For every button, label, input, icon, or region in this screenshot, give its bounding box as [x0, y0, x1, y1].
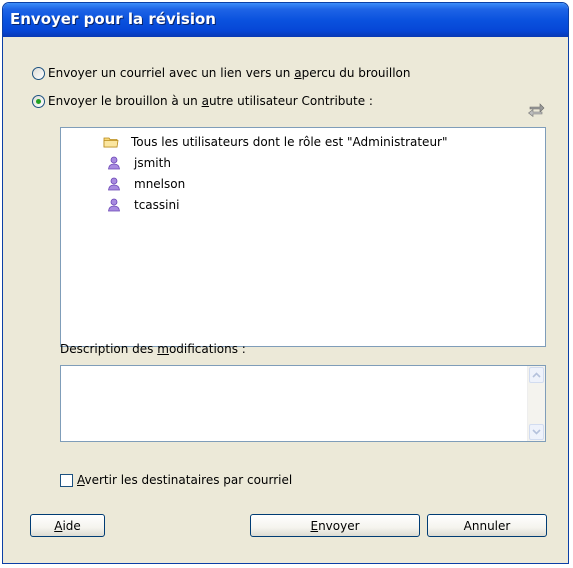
description-label: Description des modifications : [60, 342, 246, 356]
recipient-label: tcassini [134, 197, 180, 212]
help-button[interactable]: Aide [30, 514, 105, 537]
list-item[interactable]: jsmith [106, 152, 545, 173]
chevron-down-icon [532, 429, 541, 435]
scroll-down-button[interactable] [529, 424, 544, 440]
radio-selected-dot [36, 98, 41, 104]
user-icon [106, 155, 122, 171]
list-item[interactable]: Tous les utilisateurs dont le rôle est "… [103, 131, 545, 152]
radio-send-user-label: Envoyer le brouillon à un autre utilisat… [48, 94, 373, 108]
send-button[interactable]: Envoyer [250, 514, 420, 537]
dialog-body: Envoyer un courriel avec un lien vers un… [6, 37, 565, 560]
list-item[interactable]: tcassini [106, 194, 545, 215]
recipient-label: mnelson [134, 176, 186, 191]
radio-email-link-label: Envoyer un courriel avec un lien vers un… [48, 66, 411, 80]
scroll-up-button[interactable] [529, 367, 544, 383]
recipient-label: jsmith [134, 155, 171, 170]
recipient-label: Tous les utilisateurs dont le rôle est "… [131, 134, 448, 149]
recipients-list[interactable]: Tous les utilisateurs dont le rôle est "… [60, 127, 546, 347]
notify-by-email-option[interactable]: Avertir les destinataires par courriel [60, 473, 292, 487]
radio-send-user[interactable] [32, 94, 45, 108]
description-textarea[interactable] [60, 365, 546, 442]
swap-arrows-icon[interactable] [527, 100, 545, 118]
help-button-label: Aide [54, 518, 81, 533]
user-icon [106, 176, 122, 192]
cancel-button[interactable]: Annuler [427, 514, 547, 537]
send-for-review-dialog: Envoyer pour la révision Envoyer un cour… [2, 2, 569, 564]
radio-option-send-user[interactable]: Envoyer le brouillon à un autre utilisat… [32, 94, 373, 108]
user-icon [106, 197, 122, 213]
folder-icon [103, 134, 119, 150]
dialog-title-bar: Envoyer pour la révision [3, 3, 568, 37]
notify-checkbox[interactable] [60, 473, 73, 487]
send-button-label: Envoyer [310, 518, 360, 533]
radio-option-email-link[interactable]: Envoyer un courriel avec un lien vers un… [32, 66, 411, 80]
cancel-button-label: Annuler [463, 518, 511, 533]
dialog-title: Envoyer pour la révision [10, 10, 216, 28]
chevron-up-icon [532, 372, 541, 378]
radio-email-link[interactable] [32, 66, 45, 80]
notify-label: Avertir les destinataires par courriel [77, 473, 293, 487]
description-scrollbar[interactable] [527, 366, 545, 441]
list-item[interactable]: mnelson [106, 173, 545, 194]
